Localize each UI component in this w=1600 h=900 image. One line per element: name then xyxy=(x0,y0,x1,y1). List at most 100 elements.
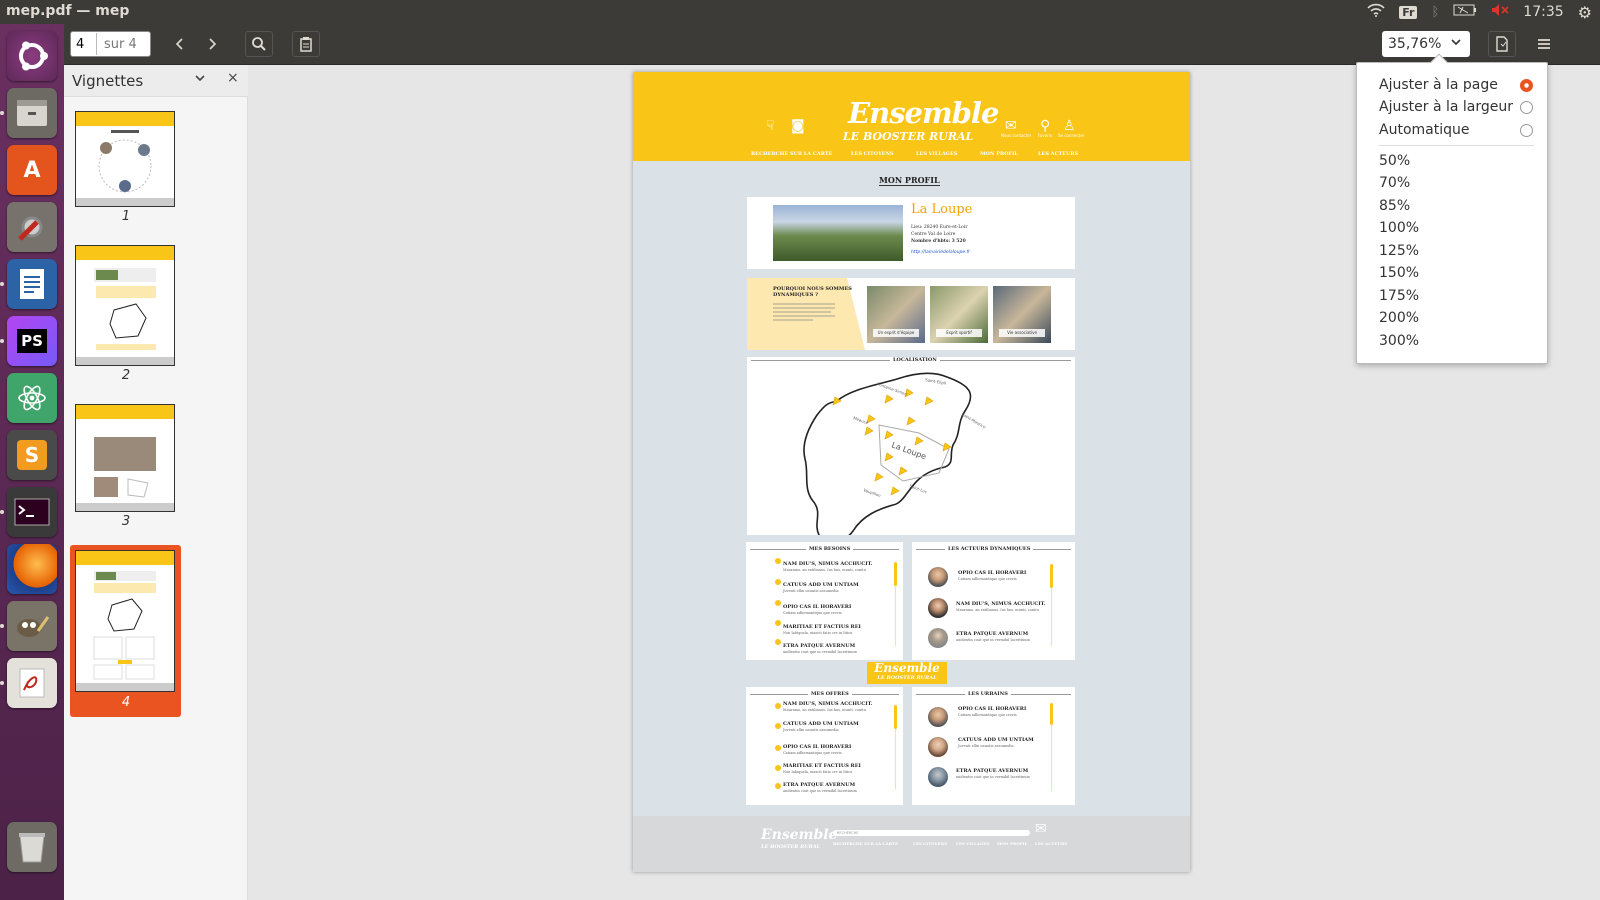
urbain-avatar xyxy=(928,737,948,757)
sublime-icon[interactable]: S xyxy=(7,430,57,480)
keyboard-layout-indicator[interactable]: Fr xyxy=(1399,5,1418,19)
zoom-level-item[interactable]: 70% xyxy=(1379,175,1410,191)
thumbnail-label: 4 xyxy=(121,695,131,710)
zoom-level-item[interactable]: 85% xyxy=(1379,198,1410,214)
zoom-menu: Ajuster à la page Ajuster à la largeur A… xyxy=(1356,53,1548,364)
unity-launcher: A PS S xyxy=(0,24,64,900)
volume-muted-icon[interactable] xyxy=(1491,3,1509,21)
zoom-level-item[interactable]: 125% xyxy=(1379,243,1419,259)
files-icon[interactable] xyxy=(7,88,57,138)
thumbnail-page-1[interactable] xyxy=(75,111,175,207)
actor-avatar xyxy=(928,567,948,587)
thumbnail-page-2[interactable] xyxy=(75,245,175,366)
battery-icon[interactable] xyxy=(1453,4,1477,20)
sidebar-title: Vignettes xyxy=(72,72,144,90)
village-population: Nombre d'hbts: 3 520 xyxy=(911,239,966,244)
urbain-item: CATUUS ADD UM UNTIAM Juventi ellin ueuati… xyxy=(958,737,1034,748)
phpstorm-icon[interactable]: PS xyxy=(7,316,57,366)
system-tray: Fr ᛒ 17:35 ⚙ xyxy=(1367,2,1592,22)
session-gear-icon[interactable]: ⚙ xyxy=(1578,3,1592,22)
search-icon xyxy=(252,37,266,51)
running-indicator xyxy=(0,624,4,628)
previous-page-button[interactable] xyxy=(166,31,194,57)
offers-title: MES OFFRES xyxy=(808,691,852,697)
terminal-icon[interactable] xyxy=(7,487,57,537)
actor-item: ETRA PATQUE AVERNUM andientin coat que in… xyxy=(956,631,1030,642)
svg-text:Saint-Maurice: Saint-Maurice xyxy=(961,412,988,430)
urbain-item: OPIO CAS IL HORAVERI Catiam adhemantiquo … xyxy=(958,706,1027,717)
actors-title: LES ACTEURS DYNAMIQUES xyxy=(945,546,1034,552)
actor-item: OPIO CAS IL HORAVERI Catiam adhemantiquo … xyxy=(958,570,1027,581)
actor-avatar xyxy=(928,598,948,618)
atom-icon[interactable] xyxy=(7,373,57,423)
need-item: MARITIAE ET FACTIUS REI Non labiquela, ma… xyxy=(783,624,861,635)
viewer-toolbar: sur 4 35,76% xyxy=(64,24,1600,65)
village-location: Lieu: 28240 Eure-et-Loir xyxy=(911,225,968,230)
zoom-level-item[interactable]: 150% xyxy=(1379,265,1419,281)
next-page-button[interactable] xyxy=(198,31,226,57)
writer-icon[interactable] xyxy=(7,259,57,309)
doc-nav-item: LES CITOYENS xyxy=(851,151,894,157)
zoom-level-item[interactable]: 50% xyxy=(1379,153,1410,169)
trash-icon[interactable] xyxy=(7,822,57,872)
clock[interactable]: 17:35 xyxy=(1523,4,1563,20)
doc-nav-item: RECHERCHE SUR LA CARTE xyxy=(751,151,833,157)
offer-item: NAM DIU'S, NIMUS ACCHUCIT. Mauramo, an ex… xyxy=(783,701,873,712)
zoom-level-item[interactable]: 100% xyxy=(1379,220,1419,236)
header-icon-label: Se connecter xyxy=(1058,133,1085,138)
offer-item: ETRA PATQUE AVERNUM andientin coat que in… xyxy=(783,782,857,793)
zoom-option-fit-width[interactable]: Ajuster à la largeur xyxy=(1379,99,1513,115)
page-number-input[interactable] xyxy=(71,33,97,55)
needs-title: MES BESOINS xyxy=(806,546,854,552)
radio-automatic[interactable] xyxy=(1520,124,1533,137)
header-icon-label: Favoris xyxy=(1038,133,1053,138)
ubuntu-icon[interactable] xyxy=(7,31,57,81)
middle-logo: Ensemble LE BOOSTER RURAL xyxy=(867,662,947,684)
urbain-avatar xyxy=(928,767,948,787)
bluetooth-icon[interactable]: ᛒ xyxy=(1431,5,1439,20)
village-photo xyxy=(773,205,903,261)
running-indicator xyxy=(0,510,4,514)
need-item: NAM DIU'S, NIMUS ACCHUCIT. Mauramo, an ex… xyxy=(783,561,873,572)
radio-fit-page[interactable] xyxy=(1520,79,1533,92)
svg-text:Saint-Luc: Saint-Luc xyxy=(909,483,928,494)
thumbnail-page-4[interactable] xyxy=(75,550,175,692)
firefox-icon[interactable] xyxy=(7,544,57,594)
camera-icon: ◙ xyxy=(791,118,805,134)
localisation-card: LOCALISATION La Loupe Fontaine-Simon Sai… xyxy=(747,357,1075,535)
urbains-title: LES URBAINS xyxy=(965,691,1011,697)
zoom-level-item[interactable]: 300% xyxy=(1379,333,1419,349)
document-properties-button[interactable] xyxy=(1488,31,1516,57)
urbain-avatar xyxy=(928,707,948,727)
actors-card: LES ACTEURS DYNAMIQUES OPIO CAS IL HORAV… xyxy=(912,542,1075,660)
document-viewer-icon[interactable] xyxy=(7,658,57,708)
sidebar-dropdown-icon[interactable] xyxy=(194,72,206,87)
radio-fit-width[interactable] xyxy=(1520,101,1533,114)
gimp-icon[interactable] xyxy=(7,601,57,651)
zoom-option-fit-page[interactable]: Ajuster à la page xyxy=(1379,77,1498,93)
footer-nav-item: LES CITOYENS xyxy=(913,841,948,846)
wifi-icon[interactable] xyxy=(1367,3,1385,21)
village-website: http://lamairiedelaloupe.fr xyxy=(911,250,971,255)
urbains-card: LES URBAINS OPIO CAS IL HORAVERI Catiam a… xyxy=(912,687,1075,805)
annotations-button[interactable] xyxy=(292,31,320,57)
footer-nav-item: LES ACTEURS xyxy=(1035,841,1068,846)
running-indicator xyxy=(0,282,4,286)
running-indicator xyxy=(0,681,4,685)
why-photo: Esprit sportif xyxy=(930,286,988,343)
system-settings-icon[interactable] xyxy=(7,202,57,252)
page-number-field[interactable]: sur 4 xyxy=(70,31,151,57)
pin-icon: ⚲ xyxy=(1040,118,1051,134)
mail-icon: ✉ xyxy=(1005,118,1017,134)
software-center-icon[interactable]: A xyxy=(7,145,57,195)
close-sidebar-icon[interactable]: × xyxy=(227,70,239,86)
thumbnail-page-3[interactable] xyxy=(75,404,175,512)
why-title: POURQUOI NOUS SOMMES DYNAMIQUES ? xyxy=(773,286,852,298)
footer-nav-item: RECHERCHE SUR LA CARTE xyxy=(833,841,899,846)
zoom-level-item[interactable]: 175% xyxy=(1379,288,1419,304)
main-menu-button[interactable] xyxy=(1530,31,1558,57)
zoom-level-item[interactable]: 200% xyxy=(1379,310,1419,326)
zoom-option-automatic[interactable]: Automatique xyxy=(1379,122,1469,138)
search-button[interactable] xyxy=(245,31,273,57)
zoom-selector[interactable]: 35,76% xyxy=(1382,31,1470,57)
